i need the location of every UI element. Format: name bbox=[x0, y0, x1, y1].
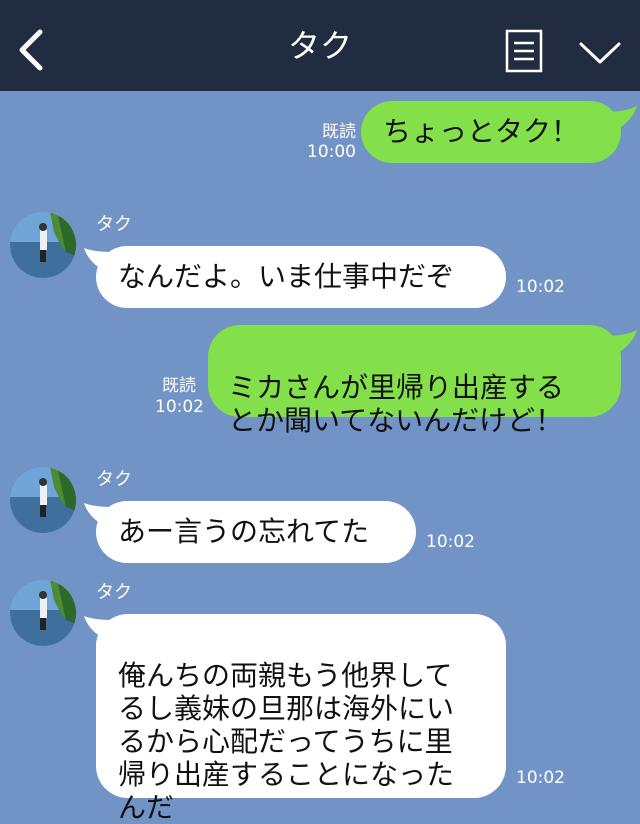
message-time: 10:00 bbox=[307, 142, 356, 162]
back-button[interactable] bbox=[10, 24, 50, 74]
message-text: ちょっとタク！ bbox=[383, 115, 580, 148]
sender-name: タク bbox=[96, 214, 132, 235]
avatar-photo bbox=[10, 212, 76, 278]
message-text: あー言うの忘れてた bbox=[118, 515, 370, 548]
dropdown-button[interactable] bbox=[576, 36, 624, 68]
read-receipt: 既読 bbox=[322, 122, 356, 142]
menu-button[interactable] bbox=[503, 28, 545, 74]
chat-header: タク bbox=[0, 0, 640, 91]
sender-name: タク bbox=[96, 582, 132, 603]
message-text: なんだよ。いま仕事中だぞ bbox=[118, 260, 455, 293]
avatar[interactable] bbox=[10, 580, 76, 646]
incoming-message-bubble[interactable]: 俺んちの両親もう他界して るし義妹の旦那は海外にい るから心配だってうちに里 帰… bbox=[96, 614, 506, 824]
message-time: 10:02 bbox=[426, 532, 475, 552]
sender-name: タク bbox=[96, 469, 132, 490]
chevron-down-icon bbox=[579, 42, 621, 64]
message-time: 10:02 bbox=[516, 768, 565, 788]
message-text: ミカさんが里帰り出産する とか聞いてないんだけど！ bbox=[228, 371, 565, 437]
outgoing-message-bubble[interactable]: ミカさんが里帰り出産する とか聞いてないんだけど！ bbox=[208, 325, 621, 437]
message-time: 10:02 bbox=[155, 397, 204, 417]
avatar-photo bbox=[10, 580, 76, 646]
chevron-left-icon bbox=[19, 29, 43, 71]
read-receipt: 既読 bbox=[162, 376, 196, 396]
incoming-message-bubble[interactable]: あー言うの忘れてた bbox=[96, 501, 416, 563]
avatar-photo bbox=[10, 467, 76, 533]
menu-list-icon bbox=[505, 29, 543, 73]
message-time: 10:02 bbox=[516, 277, 565, 297]
outgoing-message-bubble[interactable]: ちょっとタク！ bbox=[361, 101, 621, 163]
avatar[interactable] bbox=[10, 467, 76, 533]
message-text: 俺んちの両親もう他界して るし義妹の旦那は海外にい るから心配だってうちに里 帰… bbox=[118, 659, 455, 824]
avatar[interactable] bbox=[10, 212, 76, 278]
incoming-message-bubble[interactable]: なんだよ。いま仕事中だぞ bbox=[96, 246, 506, 308]
